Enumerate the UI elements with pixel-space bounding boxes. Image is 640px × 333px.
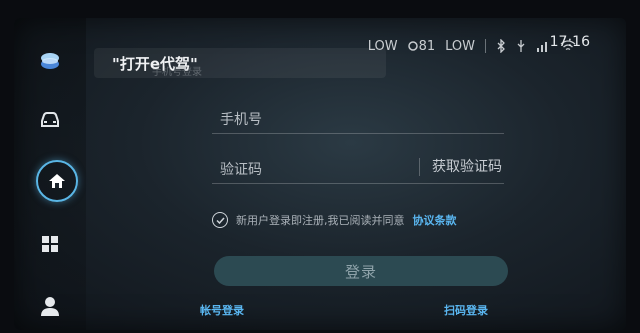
check-icon xyxy=(215,216,225,224)
login-button[interactable]: 登录 xyxy=(214,256,508,286)
temp-left[interactable]: LOW xyxy=(368,39,398,54)
home-icon[interactable] xyxy=(36,160,78,202)
ghost-title: 手机号登录 xyxy=(152,67,202,78)
agree-checkbox[interactable] xyxy=(212,212,228,228)
car-icon[interactable] xyxy=(30,100,70,140)
sidebar xyxy=(14,18,86,330)
bluetooth-icon xyxy=(497,39,505,53)
status-bar: LOW 81 LOW xyxy=(368,36,576,56)
agreement-text: 新用户登录即注册,我已阅读并同意 xyxy=(236,214,405,227)
fan-indicator[interactable]: 81 xyxy=(407,38,436,54)
phone-placeholder: 手机号 xyxy=(220,111,262,128)
terms-link[interactable]: 协议条款 xyxy=(413,212,457,228)
car-screen: "打开e代驾" 手机号登录 LOW 81 LOW 17:16 手机号 验证码 获… xyxy=(14,18,626,330)
signal-icon xyxy=(537,42,547,52)
code-field[interactable]: 验证码 获取验证码 xyxy=(212,154,504,184)
voice-command-bubble: "打开e代驾" xyxy=(94,48,386,78)
user-icon[interactable] xyxy=(30,286,70,326)
code-placeholder: 验证码 xyxy=(220,161,262,178)
assistant-ball-icon[interactable] xyxy=(30,42,70,82)
apps-grid-icon[interactable] xyxy=(30,224,70,264)
usb-icon xyxy=(517,40,525,52)
temp-right[interactable]: LOW xyxy=(445,39,475,54)
get-code-button[interactable]: 获取验证码 xyxy=(419,158,502,176)
login-button-label: 登录 xyxy=(344,262,377,281)
agreement-row: 新用户登录即注册,我已阅读并同意 协议条款 xyxy=(212,212,457,228)
fan-icon xyxy=(407,41,418,51)
fan-level: 81 xyxy=(418,38,436,54)
divider xyxy=(485,39,486,53)
scan-login-link[interactable]: 扫码登录 xyxy=(444,302,488,318)
account-login-link[interactable]: 帐号登录 xyxy=(200,302,244,318)
clock: 17:16 xyxy=(549,34,590,50)
phone-field[interactable]: 手机号 xyxy=(212,104,504,134)
